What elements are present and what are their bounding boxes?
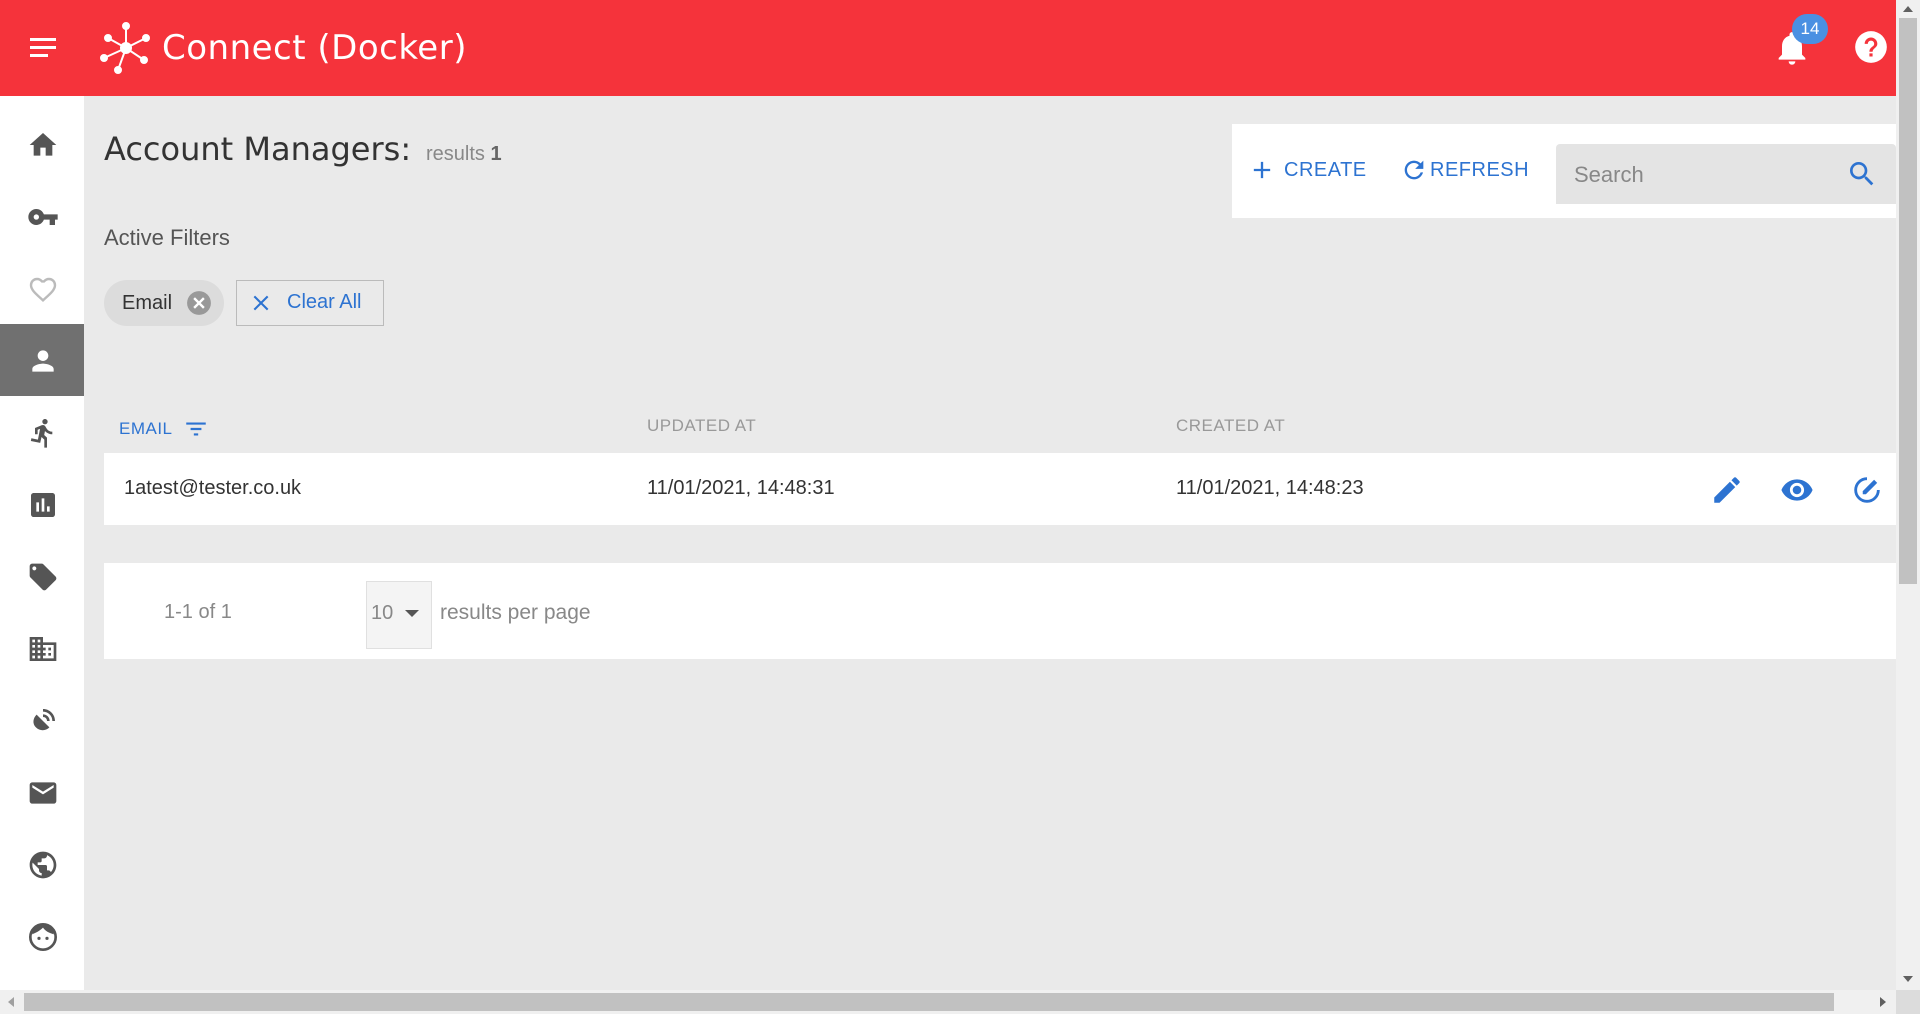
logo-icon xyxy=(98,20,154,76)
dropdown-arrow-icon xyxy=(405,610,419,617)
column-header-updated-at[interactable]: UPDATED AT xyxy=(647,416,756,436)
view-eye-icon[interactable] xyxy=(1780,473,1814,507)
filter-list-icon[interactable] xyxy=(183,416,209,442)
pagination-range: 1-1 of 1 xyxy=(164,601,232,623)
horizontal-scroll-thumb[interactable] xyxy=(24,993,1834,1011)
horizontal-scrollbar[interactable] xyxy=(0,990,1896,1014)
create-button-label: CREATE xyxy=(1284,158,1367,181)
page-title: Account Managers: xyxy=(104,130,412,168)
column-header-created-at[interactable]: CREATED AT xyxy=(1176,416,1285,436)
scroll-right-arrow-icon[interactable] xyxy=(1880,997,1886,1007)
edit-pencil-icon[interactable] xyxy=(1710,473,1744,507)
plus-icon xyxy=(1253,161,1271,179)
sidebar-item-activity[interactable] xyxy=(0,396,84,468)
search-icon[interactable] xyxy=(1846,158,1878,190)
person-icon xyxy=(32,350,54,372)
search-box xyxy=(1556,144,1896,204)
sidebar-item-keys[interactable] xyxy=(0,180,84,252)
notification-badge: 14 xyxy=(1792,14,1828,44)
results-summary: results 1 xyxy=(426,143,502,166)
toolbar: CREATE REFRESH xyxy=(1232,124,1896,218)
sidebar-item-account-managers[interactable] xyxy=(0,324,84,396)
close-icon xyxy=(253,295,269,311)
home-icon xyxy=(29,133,57,156)
results-count: 1 xyxy=(490,143,502,165)
refresh-icon xyxy=(1404,160,1424,180)
help-icon[interactable] xyxy=(1852,28,1890,66)
mail-icon xyxy=(29,782,57,804)
globe-icon xyxy=(29,851,57,879)
column-header-email-label: EMAIL xyxy=(119,419,173,438)
scroll-down-arrow-icon[interactable] xyxy=(1903,976,1913,982)
scrollbar-corner xyxy=(1896,990,1920,1014)
refresh-button-label: REFRESH xyxy=(1430,158,1530,181)
clear-all-label: Clear All xyxy=(287,291,362,313)
tag-icon xyxy=(29,563,57,591)
refresh-button[interactable]: REFRESH xyxy=(1400,156,1529,184)
menu-icon[interactable] xyxy=(24,30,66,66)
per-page-label: results per page xyxy=(440,601,591,624)
vertical-scroll-thumb[interactable] xyxy=(1899,18,1917,584)
sidebar-item-tags[interactable] xyxy=(0,540,84,612)
table-row[interactable]: 1atest@tester.co.uk 11/01/2021, 14:48:31… xyxy=(104,453,1896,525)
quick-edit-icon[interactable] xyxy=(1850,473,1884,507)
sidebar-item-reports[interactable] xyxy=(0,468,84,540)
cell-email: 1atest@tester.co.uk xyxy=(124,477,302,499)
column-header-email[interactable]: EMAIL xyxy=(119,416,209,442)
key-icon xyxy=(28,209,58,225)
filter-chip-email: Email xyxy=(104,280,224,326)
app-title: Connect (Docker) xyxy=(162,28,467,68)
filter-chip-label: Email xyxy=(122,292,173,314)
cell-updated-at: 11/01/2021, 14:48:31 xyxy=(647,477,835,499)
building-icon xyxy=(29,637,57,661)
create-button[interactable]: CREATE xyxy=(1248,156,1367,184)
remove-filter-icon[interactable] xyxy=(186,290,212,316)
sidebar-item-favorites[interactable] xyxy=(0,252,84,324)
search-input[interactable] xyxy=(1572,158,1836,192)
bar-chart-icon xyxy=(31,493,55,517)
running-person-icon xyxy=(30,418,53,448)
scroll-up-arrow-icon[interactable] xyxy=(1903,6,1913,12)
heart-icon xyxy=(29,277,57,302)
sidebar-item-regions[interactable] xyxy=(0,828,84,900)
cell-created-at: 11/01/2021, 14:48:23 xyxy=(1176,477,1364,499)
active-filters-label: Active Filters xyxy=(104,225,230,250)
pagination-bar: 1-1 of 1 10 results per page xyxy=(104,563,1896,659)
sidebar-item-companies[interactable] xyxy=(0,612,84,684)
sidebar xyxy=(0,96,84,990)
results-per-page-select[interactable]: 10 xyxy=(366,581,432,649)
top-app-bar: Connect (Docker) 14 xyxy=(0,0,1920,96)
sidebar-item-broadcasts[interactable] xyxy=(0,684,84,756)
vertical-scrollbar[interactable] xyxy=(1896,0,1920,990)
sidebar-item-messages[interactable] xyxy=(0,756,84,828)
clear-all-button[interactable]: Clear All xyxy=(236,280,384,326)
face-icon xyxy=(29,923,57,951)
per-page-value: 10 xyxy=(371,602,394,624)
results-label: results xyxy=(426,143,485,165)
sidebar-item-home[interactable] xyxy=(0,108,84,180)
sidebar-item-users[interactable] xyxy=(0,900,84,972)
satellite-dish-icon xyxy=(33,709,55,731)
scroll-left-arrow-icon[interactable] xyxy=(8,997,14,1007)
